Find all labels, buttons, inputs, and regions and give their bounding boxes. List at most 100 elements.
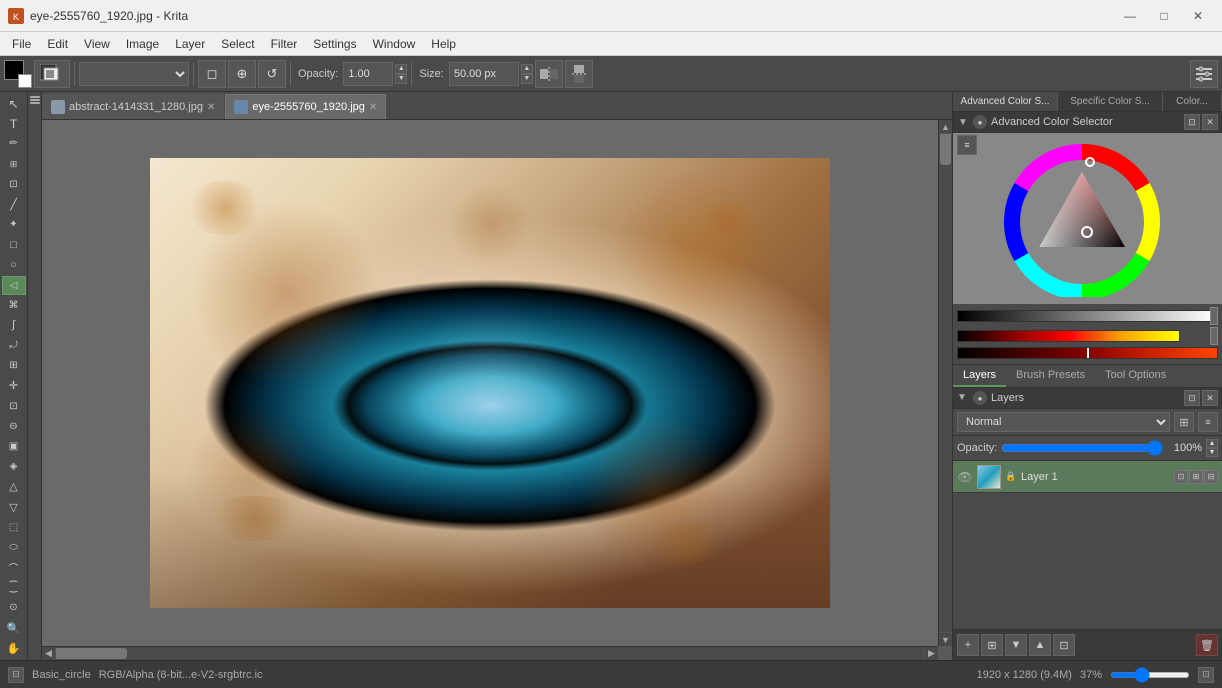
minimize-button[interactable]: — [1114, 2, 1146, 30]
layers-opacity-up[interactable]: ▲ [1206, 439, 1218, 448]
canvas-scrollbar-horizontal[interactable]: ◀ ▶ [42, 646, 938, 660]
mirror-v-button[interactable] [565, 60, 593, 88]
tool-magnet-sel[interactable]: ⁐ [2, 578, 26, 597]
transform-button[interactable]: ⊕ [228, 60, 256, 88]
layers-opacity-stepper[interactable]: ▲ ▼ [1206, 439, 1218, 457]
opacity-down[interactable]: ▼ [395, 74, 407, 84]
tool-text[interactable]: T [2, 114, 26, 133]
cs-close-button[interactable]: ✕ [1202, 114, 1218, 130]
menu-edit[interactable]: Edit [39, 35, 76, 53]
menu-help[interactable]: Help [423, 35, 464, 53]
size-stepper[interactable]: ▲ ▼ [521, 64, 533, 84]
tool-shape[interactable]: ⊡ [2, 175, 26, 194]
panel-tab-advanced-color[interactable]: Advanced Color S... [953, 92, 1058, 111]
layer-visibility-toggle[interactable]: 👁 [957, 469, 973, 485]
rotate-button[interactable]: ↺ [258, 60, 286, 88]
tab-eye-close[interactable]: ✕ [369, 102, 377, 113]
lp-tab-tool-options[interactable]: Tool Options [1095, 365, 1176, 387]
opacity-up[interactable]: ▲ [395, 64, 407, 74]
tool-measure[interactable]: ⊖ [2, 417, 26, 436]
panel-settings-button[interactable] [1190, 60, 1218, 88]
tab-eye[interactable]: eye-2555760_1920.jpg ✕ [225, 94, 386, 119]
menu-settings[interactable]: Settings [305, 35, 364, 53]
tool-deform[interactable]: ⊙ [2, 598, 26, 617]
hue-slider-thumb[interactable] [1210, 327, 1218, 345]
close-button[interactable]: ✕ [1182, 2, 1214, 30]
tab-abstract-close[interactable]: ✕ [207, 102, 215, 113]
layers-float-button[interactable]: ⊡ [1184, 390, 1200, 406]
mirror-h-button[interactable] [535, 60, 563, 88]
zoom-slider[interactable] [1110, 672, 1190, 678]
menu-view[interactable]: View [76, 35, 118, 53]
tab-abstract[interactable]: abstract-1414331_1280.jpg ✕ [42, 94, 224, 119]
panel-tab-color[interactable]: Color... [1163, 92, 1222, 111]
color-wheel-svg[interactable] [957, 137, 1207, 297]
add-layer-button[interactable]: + [957, 634, 979, 656]
panel-tab-specific-color[interactable]: Specific Color S... [1058, 92, 1163, 111]
tool-select[interactable]: ↖ [2, 94, 26, 113]
tool-gradient[interactable]: ◈ [2, 457, 26, 476]
tool-fill[interactable]: ▣ [2, 437, 26, 456]
layers-settings-button[interactable]: ≡ [1198, 412, 1218, 432]
opacity-input[interactable] [343, 62, 393, 86]
tool-freehand-sel[interactable]: ⌒ [2, 558, 26, 577]
cs-expand-btn[interactable]: ▼ [957, 116, 969, 128]
layers-blend-select[interactable]: Normal Multiply Screen [957, 412, 1170, 432]
menu-window[interactable]: Window [365, 35, 424, 53]
layer-properties-button[interactable]: ⊡ [1053, 634, 1075, 656]
opacity-stepper[interactable]: ▲ ▼ [395, 64, 407, 84]
tool-pan[interactable]: ✋ [2, 639, 26, 658]
tool-crop[interactable]: ⊡ [2, 397, 26, 416]
tool-triangle-sel[interactable]: △ [2, 477, 26, 496]
blend-mode-select[interactable]: Normal [79, 62, 189, 86]
tool-ellipse-sel[interactable]: ⬭ [2, 538, 26, 557]
layers-filter-button[interactable]: ⊞ [1174, 412, 1194, 432]
tool-calligraphy[interactable]: ⊞ [2, 155, 26, 174]
statusbar-canvas-icon[interactable]: ⊡ [1198, 667, 1214, 683]
layers-opacity-down[interactable]: ▼ [1206, 448, 1218, 457]
tool-path[interactable]: ⌘ [2, 296, 26, 315]
cs-settings-btn[interactable]: ≡ [957, 135, 977, 155]
eraser-button[interactable]: ◻ [198, 60, 226, 88]
tool-multibrush[interactable]: ⊞ [2, 356, 26, 375]
maximize-button[interactable]: □ [1148, 2, 1180, 30]
layer-move-down-button[interactable]: ▼ [1005, 634, 1027, 656]
size-up[interactable]: ▲ [521, 64, 533, 74]
layers-expand-btn[interactable]: ▼ [957, 392, 969, 404]
tool-freehand[interactable]: ✏ [2, 134, 26, 153]
menu-select[interactable]: Select [213, 35, 262, 53]
tool-rectangle[interactable]: □ [2, 235, 26, 254]
tool-freehand-path[interactable]: ∫ [2, 316, 26, 335]
layers-opacity-slider[interactable] [1001, 444, 1163, 452]
color-swatch-group[interactable] [4, 60, 32, 88]
tool-smart-patch[interactable]: ⤾ [2, 336, 26, 355]
tool-ellipse[interactable]: ○ [2, 255, 26, 274]
layer-action-3[interactable]: ⊟ [1204, 470, 1218, 484]
layer-action-2[interactable]: ⊞ [1189, 470, 1203, 484]
tool-line[interactable]: ╱ [2, 195, 26, 214]
menu-image[interactable]: Image [118, 35, 167, 53]
color-settings-button[interactable] [34, 60, 70, 88]
lp-tab-layers[interactable]: Layers [953, 365, 1006, 387]
add-group-button[interactable]: ⊞ [981, 634, 1003, 656]
tool-move[interactable]: ✛ [2, 376, 26, 395]
size-input[interactable] [449, 62, 519, 86]
tool-zoom[interactable]: 🔍 [2, 618, 26, 637]
layer-action-1[interactable]: ⊡ [1174, 470, 1188, 484]
menu-file[interactable]: File [4, 35, 39, 53]
value-slider-thumb[interactable] [1210, 307, 1218, 325]
tool-color-pick[interactable]: ✦ [2, 215, 26, 234]
canvas-scrollbar-vertical[interactable]: ▼ ▲ [938, 120, 952, 646]
delete-layer-button[interactable]: 🗑 [1196, 634, 1218, 656]
layer-item-1[interactable]: 👁 🔒 Layer 1 ⊡ ⊞ ⊟ [953, 461, 1222, 493]
size-down[interactable]: ▼ [521, 74, 533, 84]
layers-close-button[interactable]: ✕ [1202, 390, 1218, 406]
menu-filter[interactable]: Filter [263, 35, 306, 53]
cs-float-button[interactable]: ⊡ [1184, 114, 1200, 130]
layer-move-up-button[interactable]: ▲ [1029, 634, 1051, 656]
canvas-wrapper[interactable]: ▼ ▲ ◀ ▶ [42, 120, 952, 660]
menu-layer[interactable]: Layer [167, 35, 213, 53]
tool-rect-sel[interactable]: ⬚ [2, 518, 26, 537]
tool-contiguous-sel[interactable]: ▽ [2, 497, 26, 516]
lp-tab-brush-presets[interactable]: Brush Presets [1006, 365, 1095, 387]
